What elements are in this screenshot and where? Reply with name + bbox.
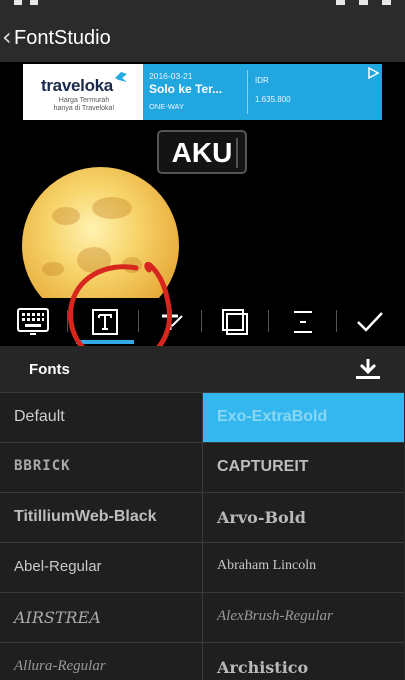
shadow-tool-button[interactable] <box>205 298 265 346</box>
ad-banner[interactable]: traveloka Harga Termurah hanya di Travel… <box>23 64 382 120</box>
status-bar <box>0 0 405 12</box>
font-item-label: AlexBrush-Regular <box>217 608 333 624</box>
keyboard-tool-button[interactable] <box>3 298 63 346</box>
ad-currency: IDR <box>255 76 269 85</box>
keyboard-icon <box>17 308 49 335</box>
font-item-abraham-lincoln[interactable]: Abraham Lincoln <box>202 542 404 592</box>
ad-price: 1.635.800 <box>255 95 291 104</box>
shadow-icon <box>222 309 248 335</box>
font-item-label: Exo-ExtraBold <box>217 408 328 425</box>
ad-date: 2016-03-21 <box>149 71 193 81</box>
font-item-bbrick[interactable]: BBRICK <box>0 442 202 492</box>
font-item-allura-regular[interactable]: Allura-Regular <box>0 642 202 680</box>
fonts-header: Fonts <box>0 346 405 392</box>
ad-divider <box>247 70 248 114</box>
status-notification-icons <box>14 0 38 5</box>
font-item-exo-extrabold[interactable]: Exo-ExtraBold <box>202 392 404 442</box>
font-item-label: AIRSTREA <box>14 608 101 627</box>
alignment-tool-button[interactable] <box>273 298 333 346</box>
font-item-titilliumweb-black[interactable]: TitilliumWeb-Black <box>0 492 202 542</box>
text-layer-box[interactable]: AKU <box>157 130 247 174</box>
alignment-icon <box>294 311 312 333</box>
ad-brand-logo: traveloka <box>41 76 113 95</box>
font-item-label: Archistico <box>217 658 309 677</box>
app-title: FontStudio <box>14 27 111 49</box>
font-item-captureit[interactable]: CAPTUREIT <box>202 442 404 492</box>
text-caret <box>236 138 238 168</box>
app-bar: ‹ FontStudio <box>0 12 405 62</box>
font-item-airstrea[interactable]: AIRSTREA <box>0 592 202 642</box>
font-item-archistico[interactable]: Archistico <box>202 642 404 680</box>
ad-tagline: Harga Termurah hanya di Traveloka! <box>53 97 115 112</box>
font-item-alexbrush-regular[interactable]: AlexBrush-Regular <box>202 592 404 642</box>
ad-flight-info: 2016-03-21 Solo ke Ter... ONE-WAY IDR 1.… <box>143 64 382 120</box>
font-item-label: BBRICK <box>14 458 71 474</box>
font-item-label: Default <box>14 408 65 425</box>
font-item-label: TitilliumWeb-Black <box>14 508 157 525</box>
fonts-title: Fonts <box>29 361 70 378</box>
ad-bird-icon <box>115 72 127 82</box>
status-system-icons <box>336 0 391 6</box>
font-item-label: Abraham Lincoln <box>217 558 317 573</box>
font-item-label: Allura-Regular <box>14 658 106 674</box>
confirm-check-icon <box>357 312 383 332</box>
ad-choices-icon[interactable] <box>366 66 380 80</box>
back-chevron-icon[interactable]: ‹ <box>2 25 12 49</box>
confirm-button[interactable] <box>340 298 400 346</box>
font-item-default[interactable]: Default <box>0 392 202 442</box>
ad-trip-type: ONE-WAY <box>149 102 184 111</box>
ad-logo-area: traveloka Harga Termurah hanya di Travel… <box>23 64 143 120</box>
font-item-abel-regular[interactable]: Abel-Regular <box>0 542 202 592</box>
font-item-label: Arvo-Bold <box>217 508 306 527</box>
text-layer-content: AKU <box>171 137 233 168</box>
font-item-label: Abel-Regular <box>14 558 102 575</box>
font-item-label: CAPTUREIT <box>217 458 309 475</box>
font-item-arvo-bold[interactable]: Arvo-Bold <box>202 492 404 542</box>
download-icon[interactable] <box>355 358 381 380</box>
fonts-panel: Fonts Default Exo-ExtraBold BBRICK CAPTU… <box>0 346 405 680</box>
ad-route: Solo ke Ter... <box>149 82 223 96</box>
